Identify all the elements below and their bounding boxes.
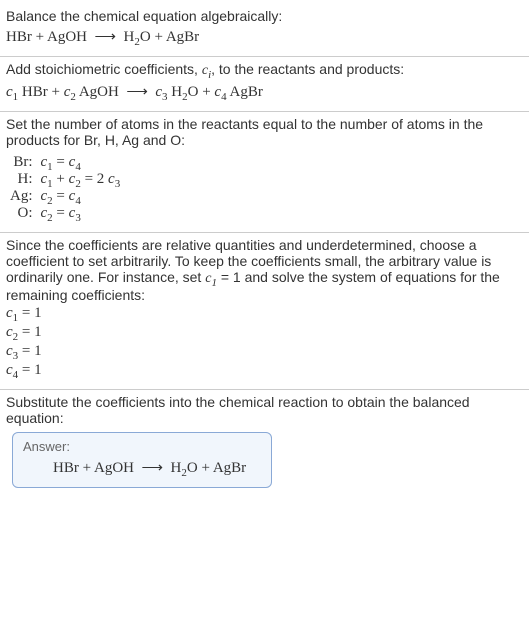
term-agbr: AgBr — [166, 29, 199, 45]
section-atoms: Set the number of atoms in the reactants… — [0, 112, 529, 232]
answer-label: Answer: — [23, 439, 261, 454]
solved-c1: c1 = 1 — [6, 305, 523, 322]
table-row: Ag: c2 = c4 — [6, 188, 124, 205]
term-hbr: HBr — [6, 29, 32, 45]
term-agbr: AgBr — [213, 460, 246, 476]
atom-label-o: O: — [6, 205, 37, 222]
term-agoh: AgOH — [47, 29, 87, 45]
var-ci: ci — [202, 63, 211, 78]
atom-label-br: Br: — [6, 154, 37, 171]
atom-eq-o: c2 = c3 — [37, 205, 125, 222]
table-row: H: c1 + c2 = 2 c3 — [6, 171, 124, 188]
term-h2o: H2O — [124, 29, 151, 45]
arrow-icon: ⟶ — [94, 28, 116, 45]
term-h2o: H2O — [171, 460, 198, 476]
intro-text: Balance the chemical equation algebraica… — [6, 8, 523, 24]
choose-text: Since the coefficients are relative quan… — [6, 237, 523, 303]
table-row: Br: c1 = c4 — [6, 154, 124, 171]
section-intro: Balance the chemical equation algebraica… — [0, 4, 529, 56]
atoms-table: Br: c1 = c4 H: c1 + c2 = 2 c3 Ag: c2 = c… — [6, 154, 124, 222]
stoich-equation: c1 HBr + c2 AgOH ⟶ c3 H2O + c4 AgBr — [6, 82, 523, 101]
solved-c4: c4 = 1 — [6, 362, 523, 379]
answer-equation: HBr + AgOH ⟶ H2O + AgBr — [23, 458, 261, 477]
plain-equation: HBr + AgOH ⟶ H2O + AgBr — [6, 27, 523, 46]
arrow-icon: ⟶ — [126, 83, 148, 100]
atom-eq-ag: c2 = c4 — [37, 188, 125, 205]
atom-label-h: H: — [6, 171, 37, 188]
solved-c3: c3 = 1 — [6, 343, 523, 360]
solved-c2: c2 = 1 — [6, 324, 523, 341]
arrow-icon: ⟶ — [141, 459, 163, 476]
var-c1: c1 — [205, 271, 217, 286]
section-choose: Since the coefficients are relative quan… — [0, 233, 529, 389]
substitute-text: Substitute the coefficients into the che… — [6, 394, 523, 426]
plus: + — [151, 29, 166, 45]
atoms-intro: Set the number of atoms in the reactants… — [6, 116, 523, 148]
stoich-text: Add stoichiometric coefficients, ci, to … — [6, 61, 523, 79]
atom-eq-h: c1 + c2 = 2 c3 — [37, 171, 125, 188]
section-substitute: Substitute the coefficients into the che… — [0, 390, 529, 498]
answer-box: Answer: HBr + AgOH ⟶ H2O + AgBr — [12, 432, 272, 488]
term-agoh: AgOH — [94, 460, 134, 476]
atom-label-ag: Ag: — [6, 188, 37, 205]
plus: + — [32, 29, 47, 45]
table-row: O: c2 = c3 — [6, 205, 124, 222]
atom-eq-br: c1 = c4 — [37, 154, 125, 171]
section-stoich: Add stoichiometric coefficients, ci, to … — [0, 57, 529, 111]
term-hbr: HBr — [53, 460, 79, 476]
